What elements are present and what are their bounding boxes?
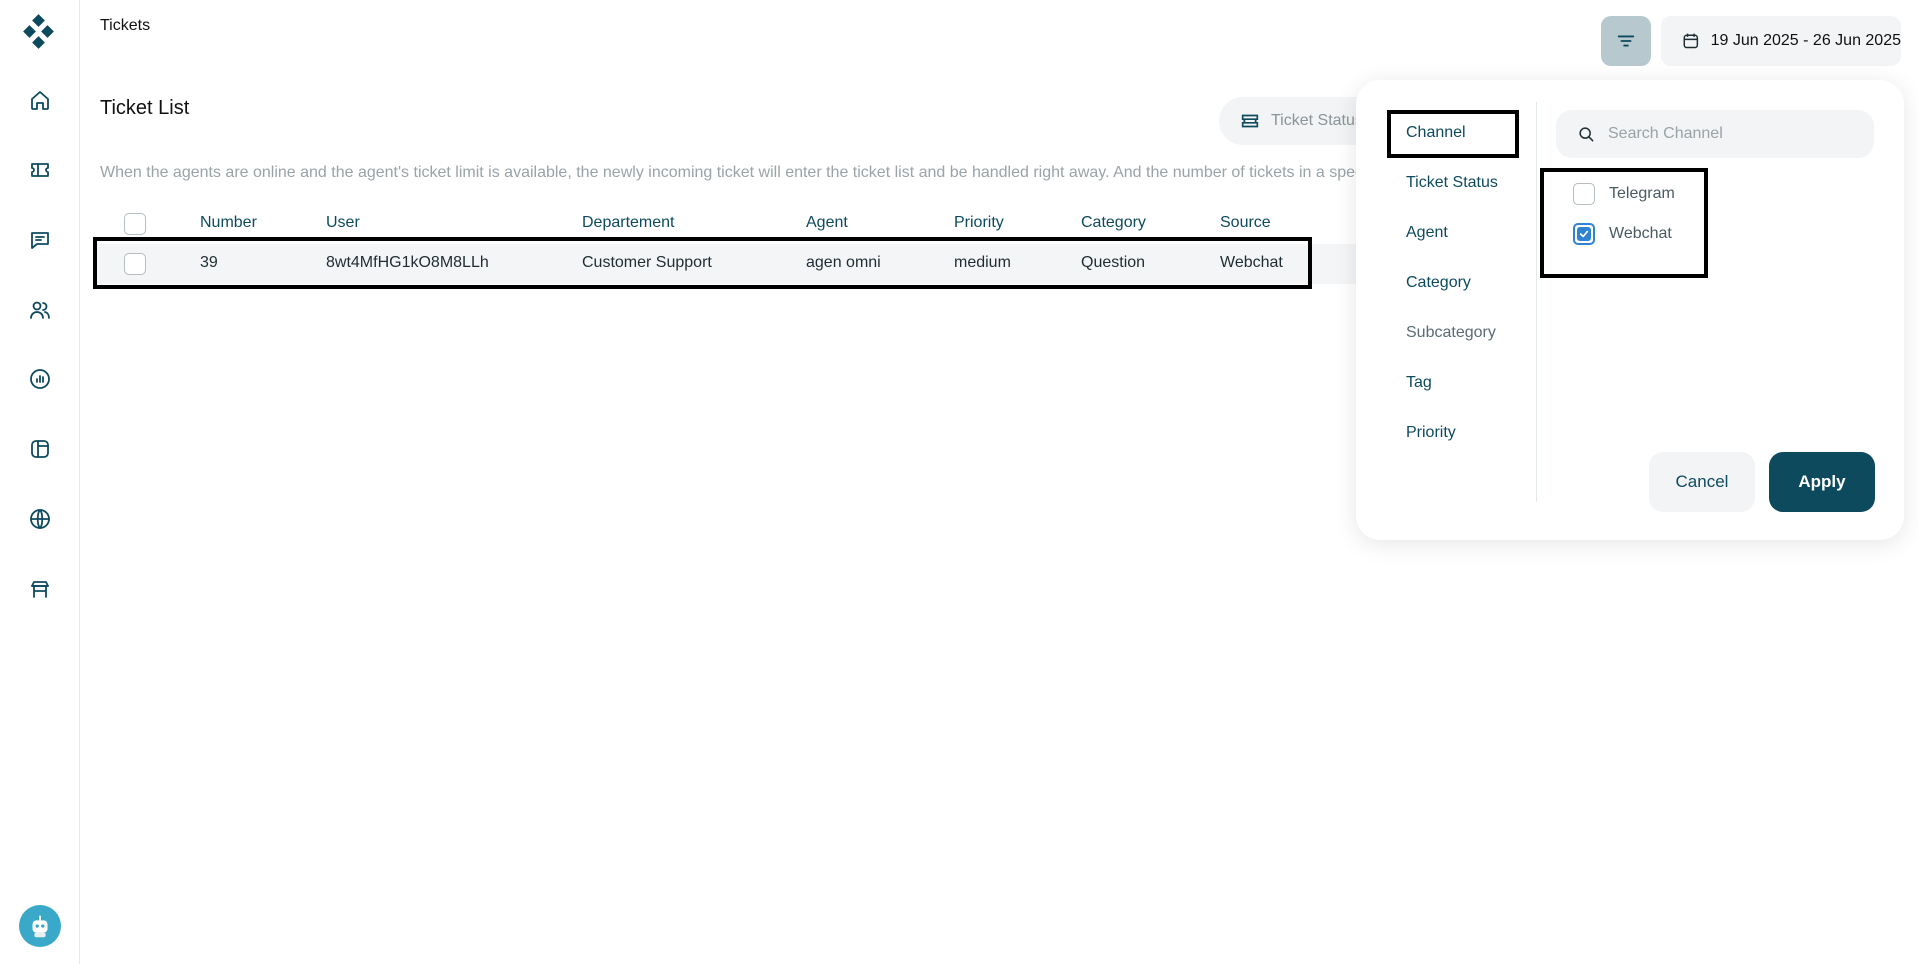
nav-chat[interactable] [24,224,56,256]
filter-category-category[interactable]: Category [1406,274,1471,292]
date-range-picker[interactable]: 19 Jun 2025 - 26 Jun 2025 [1661,16,1901,66]
table-header: Number User Departement Agent Priority C… [95,208,1356,238]
page-title: Ticket List [100,97,190,119]
breadcrumb: Tickets [100,17,151,34]
nav-home[interactable] [24,84,56,116]
home-icon [31,91,49,110]
search-channel-input[interactable] [1608,125,1848,143]
column-header-category[interactable]: Category [1081,214,1146,232]
cell-agent: agen omni [806,254,881,271]
ticket-icon [31,163,49,177]
panel-divider [1536,102,1537,502]
filter-panel: Channel Ticket Status Agent Category Sub… [1356,80,1904,540]
nav-globe[interactable] [24,503,56,535]
column-header-priority[interactable]: Priority [954,214,1004,232]
apply-button[interactable]: Apply [1769,452,1875,512]
brand-logo-icon[interactable] [22,14,58,50]
date-range-text: 19 Jun 2025 - 26 Jun 2025 [1710,32,1901,49]
cell-department: Customer Support [582,254,712,271]
column-header-number[interactable]: Number [200,214,257,232]
calendar-icon [1683,33,1699,49]
select-all-checkbox[interactable] [124,213,146,235]
user-avatar[interactable] [19,905,61,947]
cell-user: 8wt4MfHG1kO8M8LLh [326,254,489,271]
column-header-user[interactable]: User [326,214,360,232]
filter-category-agent[interactable]: Agent [1406,224,1448,242]
telegram-checkbox[interactable] [1573,183,1595,205]
cell-priority: medium [954,254,1011,271]
option-webchat-label: Webchat [1609,225,1672,242]
filter-category-channel[interactable]: Channel [1406,124,1466,142]
option-telegram[interactable]: Telegram [1573,183,1675,205]
cell-category: Question [1081,254,1146,271]
filter-category-subcategory[interactable]: Subcategory [1406,324,1496,342]
globe-icon [30,509,50,529]
nav-report[interactable] [24,363,56,395]
chat-icon [31,232,49,249]
webchat-checkbox[interactable] [1573,223,1595,245]
column-header-department[interactable]: Departement [582,214,675,232]
nav-tickets[interactable] [24,154,56,186]
filter-button[interactable] [1601,16,1651,66]
table-row[interactable]: 39 8wt4MfHG1kO8M8LLh Customer Support ag… [95,244,1356,284]
nav-users[interactable] [24,294,56,326]
filter-category-priority[interactable]: Priority [1406,424,1456,442]
robot-avatar-icon [32,915,48,938]
sidebar [0,0,80,964]
report-icon [30,369,50,389]
nav-store[interactable] [24,573,56,605]
filter-category-tag[interactable]: Tag [1406,374,1432,392]
row-checkbox[interactable] [124,253,146,275]
cell-source: Webchat [1220,254,1283,271]
ticket-icon [1241,114,1259,128]
filter-icon [1617,35,1635,47]
option-telegram-label: Telegram [1609,185,1675,202]
cancel-button[interactable]: Cancel [1649,452,1755,512]
checkmark-icon [1579,230,1589,238]
column-header-source[interactable]: Source [1220,214,1271,232]
column-header-agent[interactable]: Agent [806,214,848,232]
option-webchat[interactable]: Webchat [1573,223,1672,245]
ticket-status-label: Ticket Status [1271,112,1363,129]
store-icon [31,581,49,598]
filter-category-ticket-status[interactable]: Ticket Status [1406,174,1498,192]
search-icon [1579,127,1594,142]
channel-search-box[interactable] [1556,110,1874,158]
template-icon [31,440,49,458]
users-icon [30,301,50,319]
ticket-list-description: When the agents are online and the agent… [100,164,1356,181]
nav-template[interactable] [24,433,56,465]
cell-number: 39 [200,254,218,271]
